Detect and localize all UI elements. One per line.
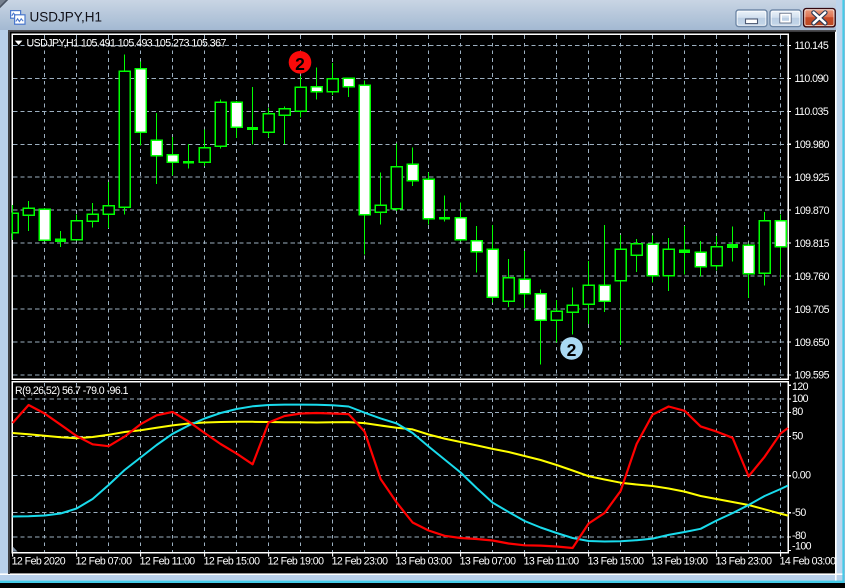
svg-text:13 Feb 15:00: 13 Feb 15:00 (588, 556, 644, 568)
svg-text:109.650: 109.650 (795, 337, 830, 349)
svg-text:12 Feb 15:00: 12 Feb 15:00 (204, 556, 260, 568)
svg-text:12 Feb 23:00: 12 Feb 23:00 (332, 556, 388, 568)
svg-text:R(9,26,52) 56.7 -79.0 -96.1: R(9,26,52) 56.7 -79.0 -96.1 (15, 385, 129, 397)
svg-text:12 Feb 2020: 12 Feb 2020 (12, 556, 66, 568)
svg-text:50: 50 (792, 430, 803, 442)
svg-text:100: 100 (792, 393, 809, 405)
svg-text:2: 2 (567, 340, 577, 360)
svg-text:120: 120 (792, 381, 809, 393)
svg-text:80: 80 (792, 406, 803, 418)
svg-text:109.925: 109.925 (795, 172, 830, 184)
svg-text:109.980: 109.980 (795, 139, 830, 151)
svg-text:14 Feb 03:00: 14 Feb 03:00 (780, 556, 836, 568)
svg-text:13 Feb 23:00: 13 Feb 23:00 (716, 556, 772, 568)
svg-text:13 Feb 07:00: 13 Feb 07:00 (460, 556, 516, 568)
svg-text:110.035: 110.035 (795, 106, 829, 118)
svg-text:USDJPY,H1 105.491 105.493 105.: USDJPY,H1 105.491 105.493 105.273 105.36… (27, 38, 227, 50)
svg-text:109.760: 109.760 (795, 271, 830, 283)
svg-text:13 Feb 19:00: 13 Feb 19:00 (652, 556, 708, 568)
svg-text:109.815: 109.815 (795, 238, 830, 250)
svg-text:USDJPY,H1: USDJPY,H1 (30, 10, 103, 25)
svg-text:0.00: 0.00 (792, 469, 811, 481)
svg-text:13 Feb 11:00: 13 Feb 11:00 (524, 556, 580, 568)
svg-text:12 Feb 19:00: 12 Feb 19:00 (268, 556, 324, 568)
svg-text:110.090: 110.090 (795, 73, 829, 85)
svg-text:109.705: 109.705 (795, 304, 830, 316)
svg-text:12 Feb 11:00: 12 Feb 11:00 (140, 556, 196, 568)
svg-text:-50: -50 (792, 507, 806, 519)
svg-text:12 Feb 07:00: 12 Feb 07:00 (76, 556, 132, 568)
svg-text:110.145: 110.145 (795, 40, 829, 52)
svg-text:13 Feb 03:00: 13 Feb 03:00 (396, 556, 452, 568)
svg-text:109.870: 109.870 (795, 205, 830, 217)
svg-text:2: 2 (295, 54, 305, 74)
svg-text:-100: -100 (792, 541, 812, 553)
